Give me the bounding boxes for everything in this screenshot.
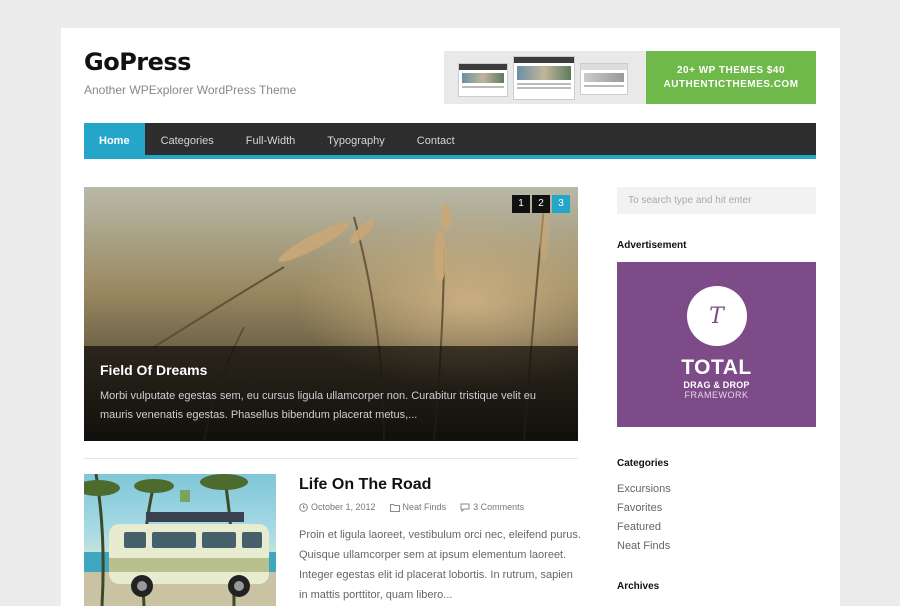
search-input[interactable] xyxy=(617,187,816,214)
post-category-text[interactable]: Neat Finds xyxy=(403,502,447,512)
slider-title[interactable]: Field Of Dreams xyxy=(100,362,562,378)
post-category[interactable]: Neat Finds xyxy=(389,502,447,512)
comment-icon xyxy=(460,503,470,512)
archives-heading: Archives xyxy=(617,581,660,592)
slider-page-1[interactable]: 1 xyxy=(512,195,530,213)
ad-subline-1: DRAG & DROP xyxy=(683,380,750,390)
header-banner-ad[interactable]: 20+ WP THEMES $40 AUTHENTICTHEMES.COM xyxy=(444,51,816,104)
site-tagline: Another WPExplorer WordPress Theme xyxy=(84,83,297,97)
post-excerpt: Proin et ligula laoreet, vestibulum orci… xyxy=(299,529,581,601)
featured-slider[interactable]: 1 2 3 Field Of Dreams Morbi vulputate eg… xyxy=(84,187,578,441)
nav-item-home[interactable]: Home xyxy=(84,123,145,159)
folder-icon xyxy=(389,503,400,512)
post-image-van xyxy=(84,474,276,606)
theme-preview-image xyxy=(458,63,508,97)
banner-theme-screenshots xyxy=(444,51,646,104)
post-thumbnail[interactable] xyxy=(84,474,276,606)
categories-list: Excursions Favorites Featured Neat Finds xyxy=(617,482,671,558)
banner-line-1: 20+ WP THEMES $40 xyxy=(676,64,786,76)
nav-item-contact[interactable]: Contact xyxy=(401,123,471,159)
categories-heading: Categories xyxy=(617,458,669,469)
category-link-favorites[interactable]: Favorites xyxy=(617,501,671,520)
advertisement-heading: Advertisement xyxy=(617,240,687,251)
slider-page-3[interactable]: 3 xyxy=(552,195,570,213)
post-date: October 1, 2012 xyxy=(299,502,376,512)
category-link-excursions[interactable]: Excursions xyxy=(617,482,671,501)
post-comments-text[interactable]: 3 Comments xyxy=(473,502,524,512)
sidebar-ad-total-framework[interactable]: T TOTAL DRAG & DROP FRAMEWORK xyxy=(617,262,816,427)
site-title[interactable]: GoPress xyxy=(84,48,191,76)
category-link-neat-finds[interactable]: Neat Finds xyxy=(617,539,671,558)
ad-subline-2: FRAMEWORK xyxy=(684,390,749,400)
nav-item-typography[interactable]: Typography xyxy=(311,123,400,159)
total-logo-icon: T xyxy=(686,286,747,346)
category-link-featured[interactable]: Featured xyxy=(617,520,671,539)
theme-preview-image xyxy=(580,63,628,95)
main-navigation: Home Categories Full-Width Typography Co… xyxy=(84,123,816,159)
slider-pagination: 1 2 3 xyxy=(512,195,570,213)
post-title[interactable]: Life On The Road xyxy=(299,476,431,494)
divider xyxy=(84,458,578,459)
nav-item-full-width[interactable]: Full-Width xyxy=(230,123,312,159)
slider-excerpt: Morbi vulputate egestas sem, eu cursus l… xyxy=(100,390,536,421)
banner-line-2: AUTHENTICTHEMES.COM xyxy=(663,78,799,90)
ad-headline: TOTAL xyxy=(681,356,752,379)
post-meta: October 1, 2012 Neat Finds 3 Comments xyxy=(299,502,524,512)
slider-page-2[interactable]: 2 xyxy=(532,195,550,213)
clock-icon xyxy=(299,502,308,512)
page-container: GoPress Another WPExplorer WordPress The… xyxy=(61,28,840,606)
theme-preview-image xyxy=(513,56,575,100)
post-comments[interactable]: 3 Comments xyxy=(460,502,524,512)
slider-caption: Field Of Dreams Morbi vulputate egestas … xyxy=(84,346,578,441)
post-date-text: October 1, 2012 xyxy=(311,502,376,512)
nav-item-categories[interactable]: Categories xyxy=(145,123,230,159)
banner-cta[interactable]: 20+ WP THEMES $40 AUTHENTICTHEMES.COM xyxy=(646,51,816,104)
